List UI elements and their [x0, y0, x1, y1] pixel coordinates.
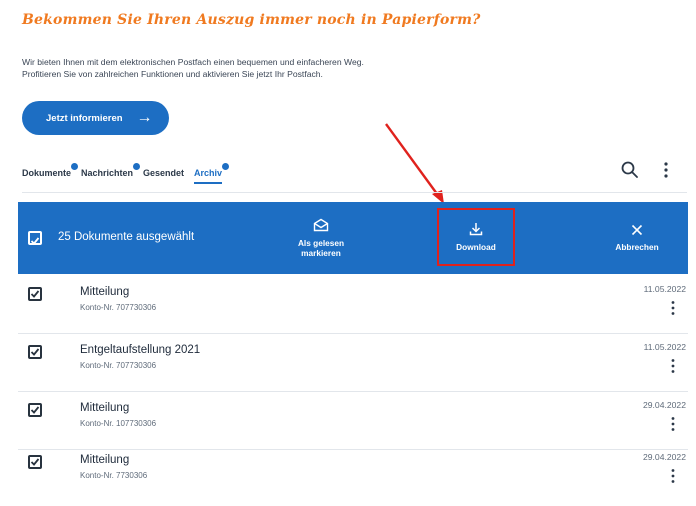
jetzt-informieren-label: Jetzt informieren — [46, 112, 123, 124]
document-title[interactable]: Mitteilung — [80, 454, 129, 466]
more-vertical-icon[interactable] — [660, 160, 672, 180]
document-checkbox[interactable] — [28, 403, 42, 417]
more-vertical-icon[interactable] — [670, 416, 676, 432]
check-icon — [30, 458, 40, 466]
download-button[interactable]: Download — [437, 208, 515, 266]
postfach-tabs: Dokumente Nachrichten Gesendet Archiv — [22, 162, 232, 190]
tab-dokumente-badge — [71, 163, 79, 170]
more-vertical-icon[interactable] — [670, 358, 676, 374]
selection-action-bar: 25 Dokumente ausgewählt Als gelesen mark… — [18, 202, 688, 274]
cancel-label: Abbrechen — [615, 242, 659, 252]
tab-archiv[interactable]: Archiv — [194, 162, 230, 184]
cancel-button[interactable]: Abbrechen — [592, 202, 682, 274]
arrow-right-icon: → — [136, 109, 153, 126]
tab-nachrichten-badge — [133, 163, 141, 170]
document-row[interactable]: Mitteilung Konto-Nr. 107730306 29.04.202… — [18, 394, 688, 450]
download-icon — [469, 223, 483, 236]
document-row[interactable]: Mitteilung Konto-Nr. 7730306 29.04.2022 — [18, 446, 688, 502]
selected-count-text: 25 Dokumente ausgewählt — [58, 231, 195, 243]
tab-nachrichten[interactable]: Nachrichten — [81, 162, 141, 184]
document-title[interactable]: Mitteilung — [80, 286, 129, 298]
document-checkbox[interactable] — [28, 287, 42, 301]
check-icon — [30, 348, 40, 356]
search-icon[interactable] — [620, 160, 640, 180]
document-date: 11.05.2022 — [643, 284, 686, 294]
promo-text: Wir bieten Ihnen mit dem elektronischen … — [22, 56, 582, 80]
document-row[interactable]: Entgeltaufstellung 2021 Konto-Nr. 707730… — [18, 336, 688, 392]
download-label: Download — [456, 242, 496, 252]
document-checkbox[interactable] — [28, 345, 42, 359]
document-account: Konto-Nr. 107730306 — [80, 419, 157, 428]
jetzt-informieren-button[interactable]: Jetzt informieren → — [22, 101, 169, 135]
document-title[interactable]: Mitteilung — [80, 402, 129, 414]
envelope-open-icon — [313, 218, 329, 232]
promo-text-line-1: Wir bieten Ihnen mit dem elektronischen … — [22, 57, 364, 67]
document-account: Konto-Nr. 707730306 — [80, 361, 157, 370]
close-icon — [631, 224, 643, 236]
document-date: 29.04.2022 — [642, 452, 686, 462]
mark-as-read-label-2: markieren — [301, 248, 341, 258]
more-vertical-icon[interactable] — [670, 468, 676, 484]
document-title[interactable]: Entgeltaufstellung 2021 — [80, 344, 200, 356]
document-row[interactable]: Mitteilung Konto-Nr. 707730306 11.05.202… — [18, 278, 688, 334]
tab-archiv-badge — [222, 163, 230, 170]
tabs-divider — [22, 192, 687, 193]
select-all-checkbox[interactable] — [28, 231, 42, 245]
document-account: Konto-Nr. 7730306 — [80, 471, 148, 480]
document-date: 29.04.2022 — [642, 400, 686, 410]
document-account: Konto-Nr. 707730306 — [80, 303, 157, 312]
tab-nachrichten-label: Nachrichten — [81, 168, 134, 178]
tab-dokumente[interactable]: Dokumente — [22, 162, 79, 184]
check-icon — [30, 290, 40, 298]
check-icon — [30, 237, 40, 245]
document-date: 11.05.2022 — [643, 342, 686, 352]
mark-as-read-button[interactable]: Als gelesen markieren — [276, 202, 366, 274]
promo-text-line-2: Profitieren Sie von zahlreichen Funktion… — [22, 69, 323, 79]
promo-title: Bekommen Sie Ihren Auszug immer noch in … — [22, 12, 481, 28]
more-vertical-icon[interactable] — [670, 300, 676, 316]
mark-as-read-label-1: Als gelesen — [297, 238, 345, 248]
check-icon — [30, 406, 40, 414]
tab-dokumente-label: Dokumente — [22, 168, 72, 178]
tab-gesendet-label: Gesendet — [143, 168, 185, 178]
red-annotation-arrow — [385, 123, 444, 204]
document-checkbox[interactable] — [28, 455, 42, 469]
tab-gesendet[interactable]: Gesendet — [143, 162, 184, 184]
tab-archiv-label: Archiv — [194, 168, 223, 178]
